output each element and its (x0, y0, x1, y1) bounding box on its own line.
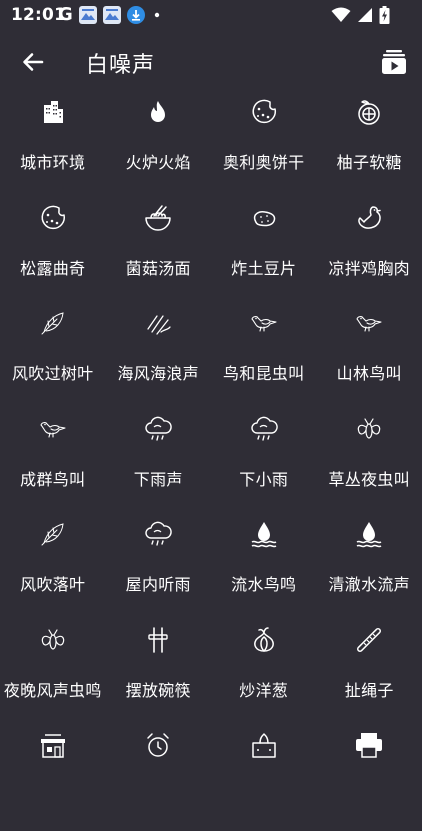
page-title: 白噪声 (86, 47, 155, 79)
printer-icon (353, 729, 385, 761)
sound-item[interactable]: 松露曲奇 (0, 198, 106, 304)
playlist-button[interactable] (378, 46, 410, 78)
sound-item[interactable]: 扯绳子 (317, 620, 422, 726)
sound-label: 炒洋葱 (239, 677, 288, 701)
status-left-icons: G (58, 6, 163, 24)
sound-label: 火炉火焰 (126, 149, 191, 173)
app-notification-icon (79, 6, 97, 24)
sound-item[interactable]: 下雨声 (106, 409, 212, 515)
sound-label: 屋内听雨 (126, 571, 191, 595)
insect-icon (37, 624, 69, 656)
signal-icon (357, 7, 373, 23)
rope-icon (353, 624, 385, 656)
grapefruit-icon (353, 96, 385, 128)
water-drop-icon (353, 518, 385, 550)
bird-icon (37, 413, 69, 445)
sound-item[interactable]: 鸟和昆虫叫 (211, 303, 317, 409)
cookie-icon (37, 202, 69, 234)
status-right-icons (331, 6, 390, 24)
sound-label: 松露曲奇 (20, 255, 85, 279)
rain-cloud-icon (248, 413, 280, 445)
sound-label: 海风海浪声 (117, 360, 199, 384)
sound-grid: 城市环境 火炉火焰 奥利奥饼干 柚子软糖松露曲奇 菌菇汤面 炸土豆片 凉拌鸡胸肉风吹过树叶海… (0, 92, 422, 831)
sound-item[interactable]: 屋内听雨 (106, 514, 212, 620)
sound-item[interactable]: 火炉火焰 (106, 92, 212, 198)
sound-label: 风吹过树叶 (12, 360, 94, 384)
sound-label: 奥利奥饼干 (223, 149, 305, 173)
tissue-box-icon (248, 729, 280, 761)
leaf-icon (37, 307, 69, 339)
sound-item[interactable]: 炸土豆片 (211, 198, 317, 304)
sound-item[interactable]: 奥利奥饼干 (211, 92, 317, 198)
sound-item[interactable]: 炒洋葱 (211, 620, 317, 726)
sound-label: 扯绳子 (345, 677, 394, 701)
wifi-icon (331, 7, 351, 23)
sound-item[interactable] (211, 725, 317, 831)
sound-item[interactable]: 海风海浪声 (106, 303, 212, 409)
bird-icon (248, 307, 280, 339)
sound-label: 城市环境 (20, 149, 85, 173)
sound-item[interactable] (317, 725, 422, 831)
sound-item[interactable]: 清澈水流声 (317, 514, 422, 620)
sound-label: 柚子软糖 (337, 149, 402, 173)
sound-item[interactable]: 凉拌鸡胸肉 (317, 198, 422, 304)
sound-item[interactable]: 摆放碗筷 (106, 620, 212, 726)
sound-item[interactable]: 流水鸟鸣 (211, 514, 317, 620)
app-notification-icon (103, 6, 121, 24)
sound-label: 流水鸟鸣 (231, 571, 296, 595)
water-drop-icon (248, 518, 280, 550)
sound-label: 菌菇汤面 (126, 255, 191, 279)
sound-item[interactable]: 成群鸟叫 (0, 409, 106, 515)
wind-waves-icon (142, 307, 174, 339)
dot-icon (151, 6, 163, 24)
sound-item[interactable]: 柚子软糖 (317, 92, 422, 198)
app-bar: 白噪声 (0, 30, 422, 92)
noodle-bowl-icon (142, 202, 174, 234)
sound-item[interactable]: 城市环境 (0, 92, 106, 198)
potato-icon (248, 202, 280, 234)
sound-item[interactable] (106, 725, 212, 831)
sound-item[interactable] (0, 725, 106, 831)
sound-item[interactable]: 菌菇汤面 (106, 198, 212, 304)
status-bar: 12:01 G (0, 0, 422, 30)
insect-icon (353, 413, 385, 445)
sound-item[interactable]: 下小雨 (211, 409, 317, 515)
sound-label: 炸土豆片 (231, 255, 296, 279)
sound-label: 风吹落叶 (20, 571, 85, 595)
chicken-icon (353, 202, 385, 234)
sound-item[interactable]: 草丛夜虫叫 (317, 409, 422, 515)
city-icon (37, 96, 69, 128)
sound-label: 摆放碗筷 (126, 677, 191, 701)
playlist-play-icon (380, 48, 408, 76)
download-icon (127, 6, 145, 24)
sound-label: 草丛夜虫叫 (328, 466, 410, 490)
sound-label: 山林鸟叫 (337, 360, 402, 384)
sound-label: 下雨声 (134, 466, 183, 490)
market-icon (37, 729, 69, 761)
sound-item[interactable]: 山林鸟叫 (317, 303, 422, 409)
sound-item[interactable]: 夜晚风声虫鸣 (0, 620, 106, 726)
sound-item[interactable]: 风吹过树叶 (0, 303, 106, 409)
alarm-clock-icon (142, 729, 174, 761)
arrow-left-icon (21, 50, 45, 74)
battery-charging-icon (379, 6, 390, 24)
sound-label: 下小雨 (239, 466, 288, 490)
google-icon: G (58, 6, 73, 24)
cookie-icon (248, 96, 280, 128)
sound-label: 鸟和昆虫叫 (223, 360, 305, 384)
rain-cloud-icon (142, 413, 174, 445)
sound-label: 清澈水流声 (328, 571, 410, 595)
onion-icon (248, 624, 280, 656)
bird-icon (353, 307, 385, 339)
sound-label: 凉拌鸡胸肉 (328, 255, 410, 279)
sound-label: 成群鸟叫 (20, 466, 85, 490)
sound-item[interactable]: 风吹落叶 (0, 514, 106, 620)
chopsticks-icon (142, 624, 174, 656)
flame-icon (142, 96, 174, 128)
rain-cloud-icon (142, 518, 174, 550)
back-button[interactable] (18, 47, 48, 77)
leaf-icon (37, 518, 69, 550)
sound-label: 夜晚风声虫鸣 (4, 677, 102, 701)
